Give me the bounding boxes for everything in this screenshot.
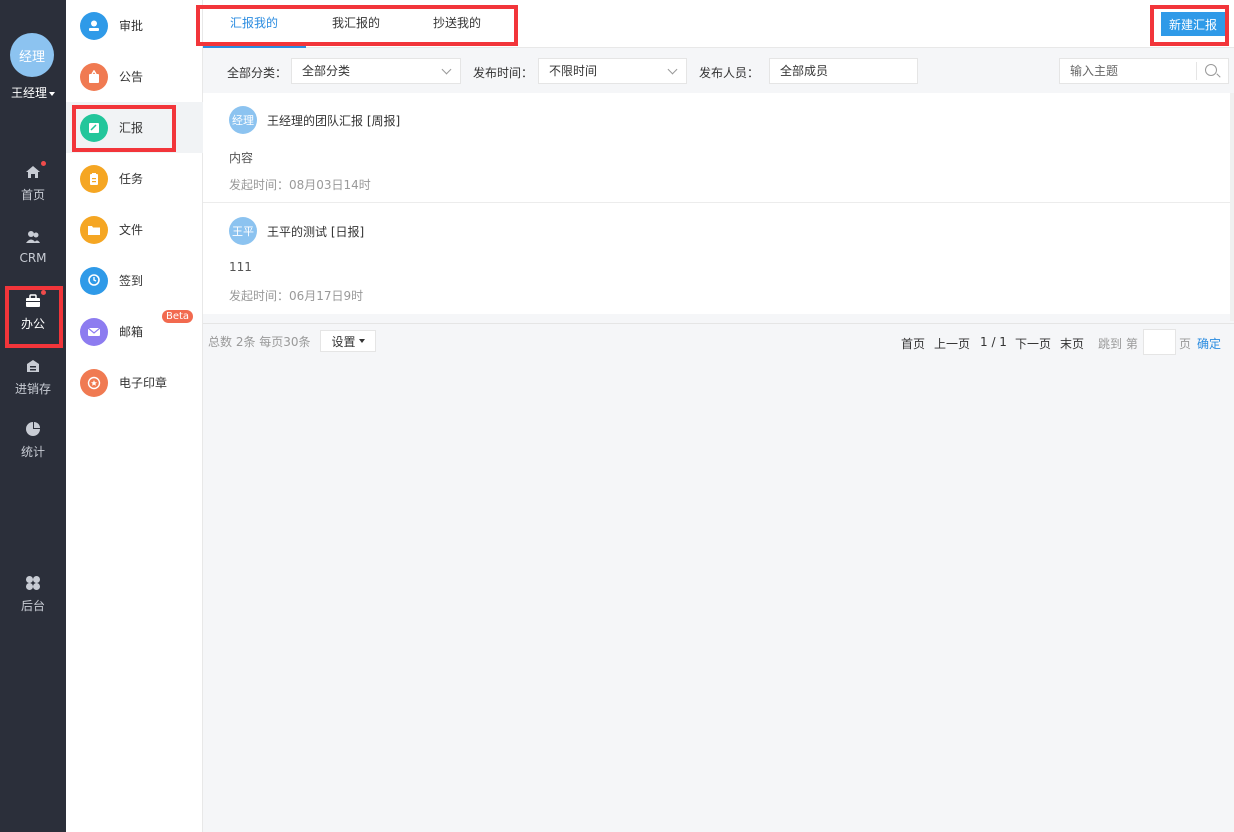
category-select-value: 全部分类	[302, 64, 351, 78]
report-title[interactable]: 王平的测试 [日报]	[267, 223, 364, 240]
rail-item-label: 后台	[20, 599, 45, 613]
settings-dropdown[interactable]: 设置	[320, 330, 376, 352]
submenu-label: 文件	[119, 223, 144, 237]
avatar: 经理	[229, 106, 257, 134]
user-name: 王经理	[10, 86, 47, 100]
rail-item-label: 统计	[20, 445, 45, 459]
vertical-scrollbar[interactable]	[1230, 93, 1234, 321]
prev-page-link[interactable]: 上一页	[934, 335, 970, 352]
caret-down-icon	[49, 91, 55, 96]
time-select[interactable]: 不限时间	[538, 58, 687, 84]
left-rail: 经理 王经理 首页 CRM 办公 进销存 统计 后台	[0, 0, 66, 832]
search-icon[interactable]	[1205, 64, 1217, 76]
confirm-jump-button[interactable]: 确定	[1197, 335, 1221, 352]
notification-dot	[41, 290, 46, 295]
grid-icon	[25, 575, 41, 591]
category-filter-label: 全部分类：	[227, 66, 288, 80]
time-select-value: 不限时间	[549, 64, 598, 78]
submenu-item-approval[interactable]: 审批	[66, 0, 203, 51]
submenu-label: 邮箱	[119, 325, 144, 339]
avatar: 王平	[229, 217, 257, 245]
report-title[interactable]: 王经理的团队汇报 [周报]	[267, 112, 400, 129]
active-tab-indicator	[203, 45, 306, 48]
report-row[interactable]: 经理 王经理的团队汇报 [周报] 内容 发起时间：08月03日14时	[203, 93, 1230, 203]
user-menu[interactable]: 王经理	[0, 84, 66, 101]
report-content: 111	[229, 260, 252, 274]
new-report-button[interactable]: 新建汇报	[1161, 12, 1225, 36]
search-input[interactable]	[1060, 59, 1190, 83]
time-filter-label: 发布时间：	[473, 66, 534, 80]
caret-down-icon	[358, 339, 365, 343]
submenu-label: 审批	[119, 19, 144, 33]
chevron-down-icon	[667, 64, 678, 75]
rail-item-home[interactable]: 首页	[0, 161, 66, 203]
approval-icon	[80, 11, 108, 40]
report-list: 经理 王经理的团队汇报 [周报] 内容 发起时间：08月03日14时 王平 王平…	[203, 93, 1230, 314]
location-icon	[80, 266, 108, 295]
submenu-label: 汇报	[119, 121, 144, 135]
mail-icon	[80, 317, 108, 346]
search-box	[1059, 58, 1229, 84]
rail-item-label: CRM	[19, 251, 47, 265]
tab-cc-to-me[interactable]: 抄送我的	[433, 14, 481, 31]
tab-my-reports[interactable]: 我汇报的	[332, 14, 380, 31]
rail-item-office[interactable]: 办公	[0, 290, 66, 332]
rail-item-label: 首页	[20, 188, 45, 202]
notification-dot	[41, 161, 46, 166]
report-time: 发起时间：06月17日9时	[229, 289, 364, 303]
report-icon	[80, 113, 108, 142]
rail-item-crm[interactable]: CRM	[0, 229, 66, 265]
top-bar: 汇报我的 我汇报的 抄送我的 新建汇报	[203, 0, 1234, 48]
submenu-item-task[interactable]: 任务	[66, 153, 203, 204]
rail-item-stats[interactable]: 统计	[0, 421, 66, 460]
office-submenu: 审批 公告 汇报 任务 文件 签到 邮箱 Beta 电子印章	[66, 0, 203, 832]
person-select-value: 全部成员	[780, 64, 829, 78]
category-select[interactable]: 全部分类	[291, 58, 461, 84]
beta-badge: Beta	[162, 310, 194, 323]
person-select[interactable]: 全部成员	[769, 58, 918, 84]
report-content: 内容	[229, 151, 254, 165]
page-indicator: 1 / 1	[980, 335, 1007, 349]
store-icon	[25, 358, 41, 374]
submenu-label: 公告	[119, 70, 144, 84]
first-page-link[interactable]: 首页	[901, 335, 925, 352]
submenu-label: 签到	[119, 274, 144, 288]
seal-icon	[80, 368, 108, 397]
page-number-input[interactable]	[1143, 329, 1176, 355]
person-filter-label: 发布人员：	[699, 66, 760, 80]
user-avatar[interactable]: 经理	[10, 33, 54, 77]
pie-chart-icon	[25, 421, 41, 437]
report-row[interactable]: 王平 王平的测试 [日报] 111 发起时间：06月17日9时	[203, 204, 1230, 314]
jump-label: 跳到 第	[1098, 337, 1138, 351]
settings-label: 设置	[331, 334, 356, 349]
chevron-down-icon	[441, 64, 452, 75]
divider	[1196, 62, 1197, 80]
announcement-icon	[80, 62, 108, 91]
submenu-label: 任务	[119, 172, 144, 186]
report-time: 发起时间：08月03日14时	[229, 178, 371, 192]
rail-item-label: 进销存	[14, 382, 51, 396]
total-count: 总数 2条 每页30条	[208, 335, 311, 349]
briefcase-icon	[25, 290, 46, 309]
tab-reports-to-me[interactable]: 汇报我的	[230, 14, 278, 31]
submenu-item-announcement[interactable]: 公告	[66, 51, 203, 102]
folder-icon	[80, 215, 108, 244]
submenu-item-files[interactable]: 文件	[66, 204, 203, 255]
submenu-label: 电子印章	[119, 376, 168, 390]
last-page-link[interactable]: 末页	[1060, 335, 1084, 352]
submenu-item-checkin[interactable]: 签到	[66, 255, 203, 306]
pagination-bar: 总数 2条 每页30条 设置 首页 上一页 1 / 1 下一页 末页 跳到 第 …	[203, 323, 1234, 357]
rail-item-inventory[interactable]: 进销存	[0, 358, 66, 397]
task-icon	[80, 164, 108, 193]
submenu-item-report[interactable]: 汇报	[66, 102, 203, 153]
home-icon	[25, 161, 46, 180]
users-icon	[25, 229, 41, 245]
page-suffix: 页	[1179, 337, 1192, 351]
rail-item-label: 办公	[20, 317, 45, 331]
next-page-link[interactable]: 下一页	[1015, 335, 1051, 352]
submenu-item-seal[interactable]: 电子印章	[66, 357, 203, 408]
rail-item-admin[interactable]: 后台	[0, 575, 66, 614]
